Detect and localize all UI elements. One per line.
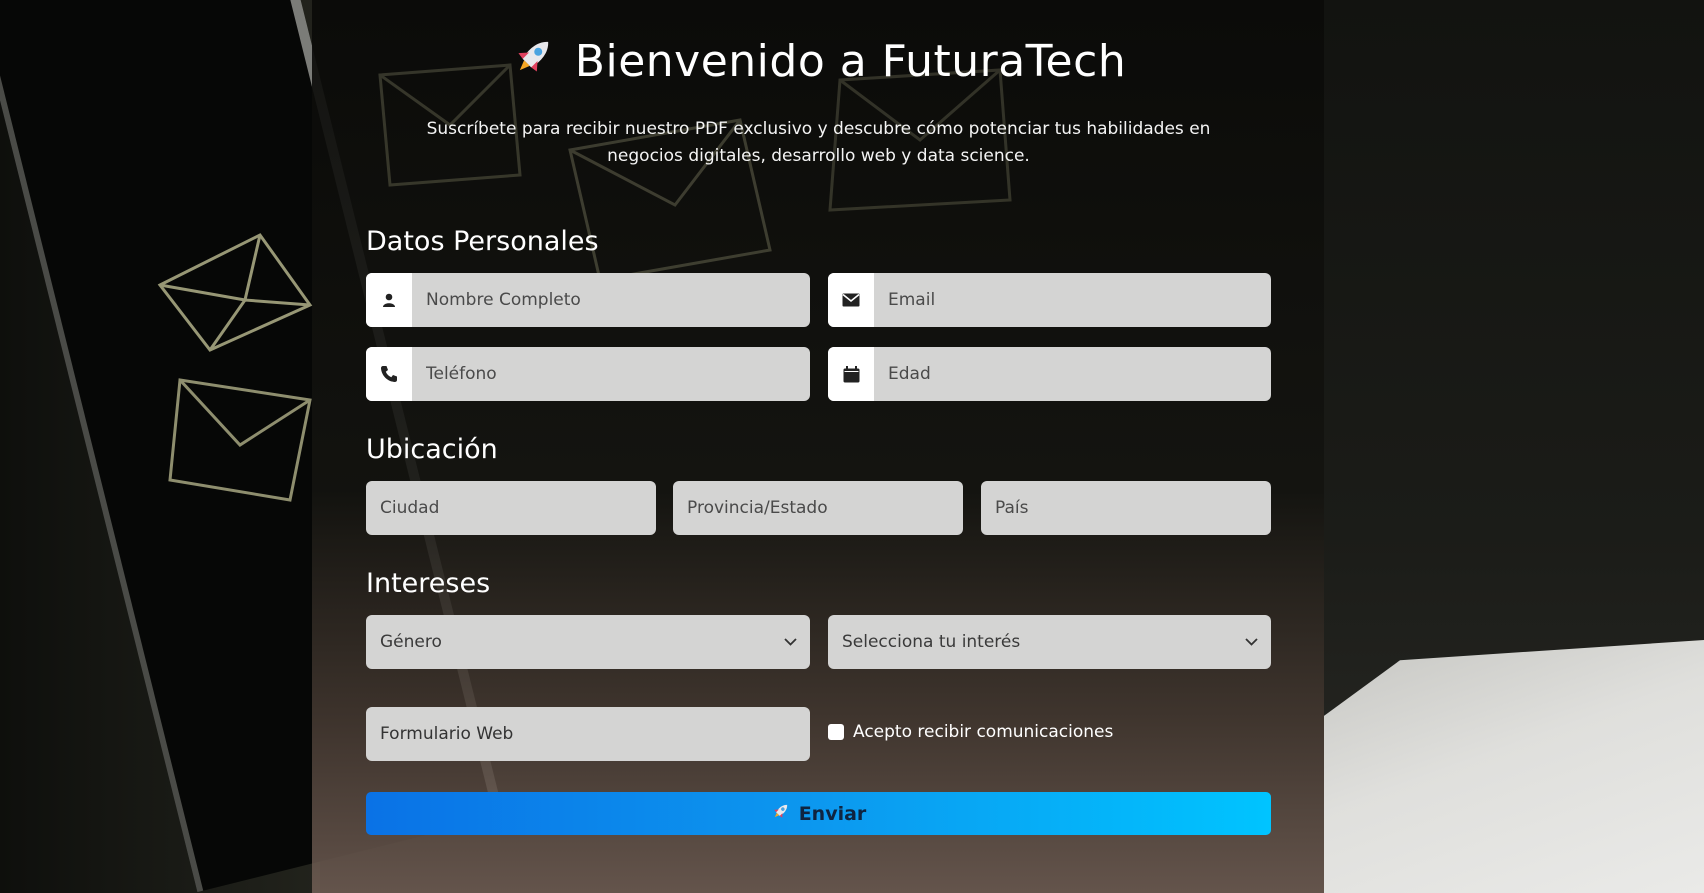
interest-select-value: Selecciona tu interés xyxy=(842,632,1021,652)
province-field[interactable] xyxy=(673,481,963,535)
submit-label: Enviar xyxy=(798,802,867,825)
envelope-decoration-icon xyxy=(150,225,320,355)
interest-select[interactable]: Selecciona tu interés xyxy=(828,615,1271,669)
title-text: Bienvenido a FuturaTech xyxy=(574,36,1127,87)
email-input[interactable] xyxy=(874,273,1271,327)
chevron-down-icon xyxy=(770,638,810,646)
country-field[interactable] xyxy=(981,481,1271,535)
country-input[interactable] xyxy=(981,481,1271,535)
background-sleeve xyxy=(1324,640,1704,893)
consent-label: Acepto recibir comunicaciones xyxy=(853,722,1114,742)
city-field[interactable] xyxy=(366,481,656,535)
rocket-icon xyxy=(771,801,791,826)
page-title: Bienvenido a FuturaTech xyxy=(366,32,1271,92)
submit-button[interactable]: Enviar xyxy=(366,792,1271,835)
phone-icon xyxy=(366,347,412,401)
phone-input[interactable] xyxy=(412,347,810,401)
source-input[interactable] xyxy=(366,707,810,761)
calendar-icon xyxy=(828,347,874,401)
chevron-down-icon xyxy=(1231,638,1271,646)
user-icon xyxy=(366,273,412,327)
section-title-interests: Intereses xyxy=(366,568,491,599)
gender-select-value: Género xyxy=(380,632,442,652)
subtitle: Suscríbete para recibir nuestro PDF excl… xyxy=(426,119,1211,166)
age-input[interactable] xyxy=(874,347,1271,401)
province-input[interactable] xyxy=(673,481,963,535)
phone-field[interactable] xyxy=(366,347,810,401)
gender-select[interactable]: Género xyxy=(366,615,810,669)
section-title-location: Ubicación xyxy=(366,434,498,465)
name-input[interactable] xyxy=(412,273,810,327)
name-field[interactable] xyxy=(366,273,810,327)
city-input[interactable] xyxy=(366,481,656,535)
consent-checkbox-row[interactable]: Acepto recibir comunicaciones xyxy=(828,722,1113,742)
source-field[interactable] xyxy=(366,707,810,761)
rocket-icon xyxy=(511,33,557,95)
envelope-decoration-icon xyxy=(160,360,320,510)
age-field[interactable] xyxy=(828,347,1271,401)
envelope-icon xyxy=(828,273,874,327)
subscription-form: Bienvenido a FuturaTech Suscríbete para … xyxy=(366,0,1271,835)
section-title-personal: Datos Personales xyxy=(366,226,599,257)
consent-checkbox[interactable] xyxy=(828,724,844,740)
email-field[interactable] xyxy=(828,273,1271,327)
